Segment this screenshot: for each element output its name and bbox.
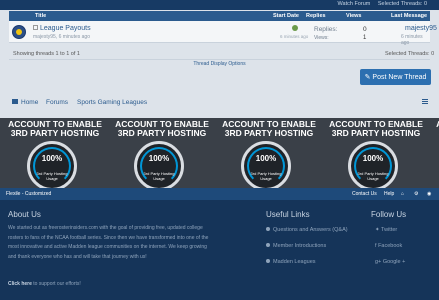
start-date: 6 minutes ago — [280, 34, 309, 39]
useful-link-qa-label[interactable]: Questions and Answers (Q&A) — [273, 227, 348, 233]
ad-tile[interactable]: ACCOUNT TO ENABLE 3RD PARTY HOSTING 100%… — [0, 118, 107, 188]
top-bar: Watch Forum Selected Threads: 0 — [0, 0, 439, 10]
watch-forum-link[interactable]: Watch Forum — [338, 1, 371, 7]
last-message-user[interactable]: majesty95 — [405, 25, 437, 32]
table-row[interactable]: League Payouts majesty95, 6 minutes ago … — [9, 21, 437, 46]
selected-threads-link[interactable]: Selected Threads: 0 — [378, 1, 427, 7]
bullet-icon — [266, 227, 270, 231]
gauge-percent: 100% — [255, 154, 277, 163]
about-line: We started out as freerosterinsiders.com… — [8, 225, 203, 231]
useful-link-madden[interactable]: Madden Leagues — [266, 259, 316, 265]
support-text: Click here to support our efforts! — [8, 280, 81, 290]
replies-label: Replies: — [314, 26, 338, 33]
top-bar-links: Watch Forum Selected Threads: 0 — [332, 1, 427, 7]
post-new-thread-button[interactable]: ✎ Post New Thread — [360, 69, 431, 85]
check-icon — [292, 25, 298, 31]
twitter-link[interactable]: ✦ Twitter — [375, 227, 397, 233]
gauge-icon: 100% 3rd Party Hosting Usage — [241, 141, 291, 188]
gauge-label-2: Usage — [367, 176, 379, 181]
about-text: We started out as freerosterinsiders.com… — [8, 224, 258, 262]
gauge-label: 3rd Party Hosting Usage — [30, 171, 74, 181]
breadcrumb-home[interactable]: Home — [21, 99, 38, 106]
gauge-percent: 100% — [41, 154, 63, 163]
ad-line2: 3RD PARTY HOSTING — [331, 128, 421, 138]
footer-bar: Flexile - Customized Contact Us Help ⌂ ⚙… — [0, 188, 439, 200]
menu-icon[interactable] — [422, 99, 428, 104]
gauge-label-2: Usage — [153, 176, 165, 181]
gauge-percent: 100% — [148, 154, 170, 163]
facebook-link[interactable]: f Facebook — [375, 243, 402, 249]
display-options-label[interactable]: Thread Display Options — [193, 61, 245, 67]
ad-line2: 3RD PARTY HOSTING — [10, 128, 100, 138]
gauge-percent: 100% — [362, 154, 384, 163]
views-count: 1 — [363, 35, 367, 41]
help-link[interactable]: Help — [384, 191, 394, 197]
breadcrumb-forums[interactable]: Forums — [46, 99, 68, 106]
last-message-time[interactable]: 6 minutes ago — [401, 34, 430, 46]
about-line: most innovative and active Madden league… — [8, 244, 207, 250]
gear-icon[interactable]: ⚙ — [414, 191, 418, 197]
breadcrumb-current[interactable]: Sports Gaming Leagues — [77, 99, 147, 106]
bullet-icon — [266, 243, 270, 247]
support-link[interactable]: Click here — [8, 281, 32, 287]
facebook-label[interactable]: Facebook — [378, 243, 402, 249]
header-last-message[interactable]: Last Message — [391, 13, 427, 19]
header-replies[interactable]: Replies — [306, 13, 326, 19]
header-views[interactable]: Views — [346, 13, 362, 19]
showing-threads: Showing threads 1 to 1 of 1 — [13, 51, 80, 57]
google-plus-link[interactable]: g+ Google + — [375, 259, 405, 265]
ad-tile[interactable]: ACCOUNT TO ENABLE 3RD PARTY HOSTING — [428, 118, 439, 188]
gauge-icon: 100% 3rd Party Hosting Usage — [348, 141, 398, 188]
home-icon[interactable] — [12, 99, 18, 104]
gauge-label: 3rd Party Hosting Usage — [137, 171, 181, 181]
thread-meta: majesty95, 6 minutes ago — [33, 34, 90, 40]
follow-us-title: Follow Us — [371, 210, 407, 219]
useful-link-introductions-label[interactable]: Member Introductions — [273, 243, 326, 249]
gauge-icon: 100% 3rd Party Hosting Usage — [134, 141, 184, 188]
thread-list-header: Title Start Date Replies Views Last Mess… — [9, 11, 430, 21]
gauge-label: 3rd Party Hosting Usage — [244, 171, 288, 181]
useful-links-title: Useful Links — [266, 210, 310, 219]
about-line: rosters to fans of the NCAA football ser… — [8, 234, 209, 241]
ad-tile[interactable]: ACCOUNT TO ENABLE 3RD PARTY HOSTING 100%… — [321, 118, 428, 188]
replies-count: 0 — [363, 26, 367, 33]
home-icon[interactable]: ⌂ — [401, 191, 404, 197]
gauge-label-2: Usage — [260, 176, 272, 181]
bullet-icon — [266, 259, 270, 263]
thread-title-text[interactable]: League Payouts — [40, 25, 91, 32]
footer: About Us We started out as freerosterins… — [0, 200, 439, 300]
gauge-label-2: Usage — [46, 176, 58, 181]
useful-link-qa[interactable]: Questions and Answers (Q&A) — [266, 227, 348, 233]
gauge-label: 3rd Party Hosting Usage — [351, 171, 395, 181]
thread-display-options[interactable]: Thread Display Options — [9, 59, 430, 67]
ad-tile[interactable]: ACCOUNT TO ENABLE 3RD PARTY HOSTING 100%… — [214, 118, 321, 188]
views-label: Views: — [314, 35, 329, 41]
breadcrumb: Home Forums Sports Gaming Leagues — [9, 95, 430, 109]
style-chooser[interactable]: Flexile - Customized — [6, 191, 51, 197]
ad-banner[interactable]: ACCOUNT TO ENABLE 3RD PARTY HOSTING 100%… — [0, 118, 439, 188]
selected-threads-count[interactable]: Selected Threads: 0 — [385, 51, 434, 57]
gauge-icon: 100% 3rd Party Hosting Usage — [27, 141, 77, 188]
support-text-rest: to support our efforts! — [31, 281, 81, 287]
contact-us-link[interactable]: Contact Us — [352, 191, 377, 197]
google-plus-label[interactable]: Google + — [383, 259, 405, 265]
thread-prefix-icon — [33, 25, 38, 30]
ad-line2: 3RD PARTY HOSTING — [117, 128, 207, 138]
useful-link-introductions[interactable]: Member Introductions — [266, 243, 326, 249]
post-button-label: Post New Thread — [372, 74, 427, 81]
header-title[interactable]: Title — [35, 13, 46, 19]
ad-tile[interactable]: ACCOUNT TO ENABLE 3RD PARTY HOSTING 100%… — [107, 118, 214, 188]
useful-link-madden-label[interactable]: Madden Leagues — [273, 259, 316, 265]
about-title: About Us — [8, 210, 41, 219]
google-plus-icon: g+ — [375, 259, 383, 265]
thread-title-link[interactable]: League Payouts — [33, 25, 91, 32]
about-line: and thank everyone who has and will take… — [8, 253, 147, 260]
ad-line2: 3RD PARTY HOSTING — [224, 128, 314, 138]
rss-icon[interactable]: ◉ — [427, 191, 431, 197]
ad-line2: 3RD PARTY HOSTING — [428, 128, 439, 138]
avatar[interactable] — [12, 25, 26, 39]
header-start-date[interactable]: Start Date — [273, 13, 299, 19]
twitter-label[interactable]: Twitter — [381, 227, 397, 233]
